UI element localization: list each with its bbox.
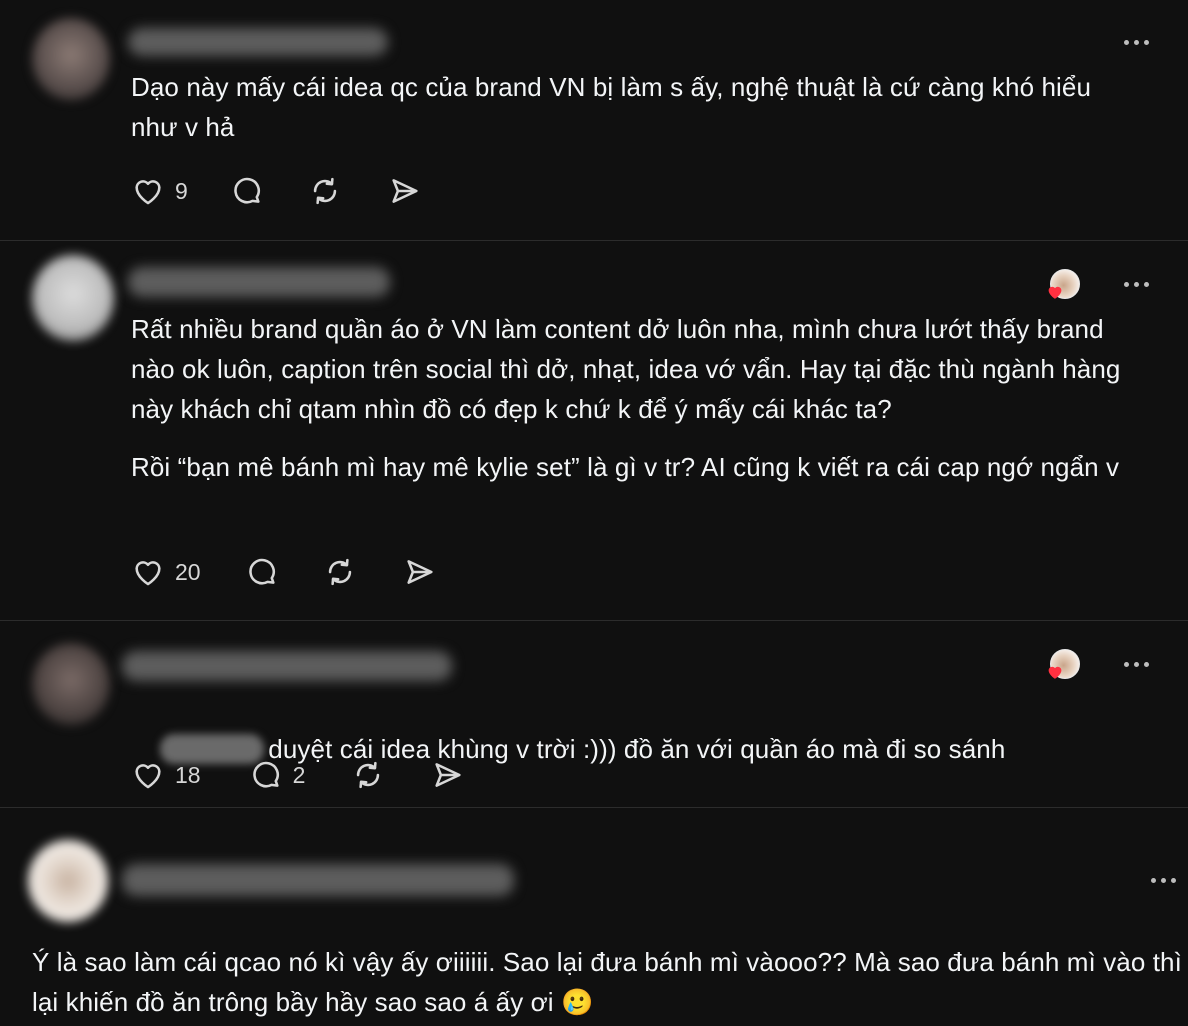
liked-by-author-badge[interactable] xyxy=(1046,269,1080,301)
dot-icon xyxy=(1123,39,1129,45)
username-blurred[interactable] xyxy=(128,28,388,56)
repost-icon xyxy=(357,761,380,789)
avatar[interactable] xyxy=(32,255,114,341)
avatar[interactable] xyxy=(32,18,110,100)
thread-post-4: Ý là sao làm cái qcao nó kì vậy ấy ơiiii… xyxy=(0,808,1188,1026)
dot-icon xyxy=(1143,661,1149,667)
avatar[interactable] xyxy=(28,840,108,922)
dot-icon xyxy=(1133,281,1139,287)
comment-icon xyxy=(234,177,260,204)
dot-icon xyxy=(1143,281,1149,287)
like-button[interactable]: 18 xyxy=(131,758,201,792)
dot-icon xyxy=(1123,661,1129,667)
like-button[interactable]: 20 xyxy=(131,555,201,589)
send-icon xyxy=(435,763,461,787)
more-options-button[interactable] xyxy=(1143,872,1183,888)
share-button[interactable] xyxy=(431,758,465,792)
dot-icon xyxy=(1150,877,1156,883)
liked-by-author-badge[interactable] xyxy=(1046,649,1080,681)
dot-icon xyxy=(1133,39,1139,45)
heart-filled-icon xyxy=(1048,666,1062,679)
avatar[interactable] xyxy=(32,643,110,725)
dot-icon xyxy=(1160,877,1166,883)
more-options-button[interactable] xyxy=(1116,276,1156,292)
repost-icon xyxy=(313,177,336,205)
send-icon xyxy=(406,560,433,584)
reply-button[interactable]: 2 xyxy=(249,758,306,792)
heart-icon xyxy=(135,561,161,586)
username-blurred[interactable] xyxy=(122,864,514,896)
reply-count: 2 xyxy=(292,761,306,788)
action-bar: 18 2 xyxy=(131,755,465,795)
share-button[interactable] xyxy=(388,174,422,208)
comment-icon xyxy=(252,761,279,788)
like-count: 20 xyxy=(175,558,201,585)
share-button[interactable] xyxy=(403,555,437,589)
dot-icon xyxy=(1123,281,1129,287)
heart-icon xyxy=(135,180,161,205)
thread-post-1: Dạo này mấy cái idea qc của brand VN bị … xyxy=(0,0,1188,240)
like-count: 9 xyxy=(175,177,188,204)
send-icon xyxy=(392,179,418,203)
comment-icon xyxy=(248,558,275,585)
reply-button[interactable] xyxy=(245,555,279,589)
repost-button[interactable] xyxy=(323,555,357,589)
action-bar: 20 xyxy=(131,552,437,592)
heart-filled-icon xyxy=(1048,286,1062,299)
repost-button[interactable] xyxy=(308,174,342,208)
dot-icon xyxy=(1133,661,1139,667)
post-text-paragraph-2: Rồi “bạn mê bánh mì hay mê kylie set” là… xyxy=(131,452,1120,482)
username-blurred[interactable] xyxy=(128,267,390,297)
like-count: 18 xyxy=(175,761,201,788)
dot-icon xyxy=(1170,877,1176,883)
like-button[interactable]: 9 xyxy=(131,174,188,208)
dot-icon xyxy=(1143,39,1149,45)
reply-button[interactable] xyxy=(230,174,264,208)
post-text: Dạo này mấy cái idea qc của brand VN bị … xyxy=(131,72,1099,142)
repost-button[interactable] xyxy=(351,758,385,792)
post-text: Ý là sao làm cái qcao nó kì vậy ấy ơiiii… xyxy=(32,947,1182,1017)
action-bar: 9 xyxy=(131,171,422,211)
thread-post-3: duyệt cái idea khùng v trời :))) đồ ăn v… xyxy=(0,621,1188,807)
thread-post-2: Rất nhiều brand quần áo ở VN làm content… xyxy=(0,241,1188,620)
more-options-button[interactable] xyxy=(1116,34,1156,50)
more-options-button[interactable] xyxy=(1116,656,1156,672)
repost-icon xyxy=(328,558,351,586)
heart-icon xyxy=(135,764,161,789)
username-blurred[interactable] xyxy=(122,651,452,681)
post-text-paragraph-1: Rất nhiều brand quần áo ở VN làm content… xyxy=(131,314,1128,424)
